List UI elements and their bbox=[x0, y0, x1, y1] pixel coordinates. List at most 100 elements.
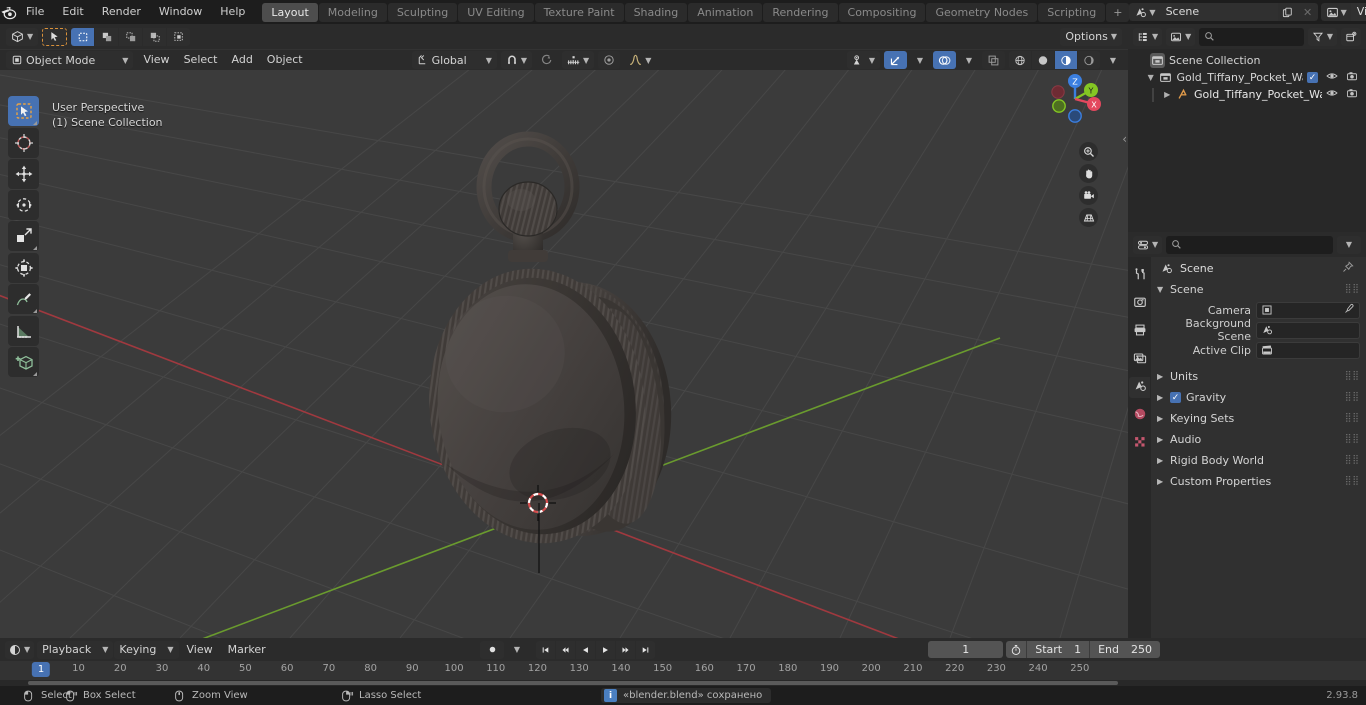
collection-enable-checkbox[interactable]: ✓ bbox=[1307, 72, 1318, 83]
blender-logo-icon[interactable] bbox=[0, 4, 17, 21]
shading-wireframe-icon[interactable] bbox=[1009, 51, 1031, 69]
editor-type-properties-icon[interactable]: ▼ bbox=[1133, 235, 1163, 254]
editor-type-3dview-icon[interactable]: ▼ bbox=[6, 27, 39, 46]
properties-search-input[interactable] bbox=[1166, 235, 1333, 254]
top-menu-render[interactable]: Render bbox=[93, 3, 150, 21]
viewport-menu-object[interactable]: Object bbox=[260, 51, 310, 69]
zoom-icon[interactable] bbox=[1079, 142, 1098, 161]
pin-icon[interactable] bbox=[1342, 260, 1360, 276]
navigation-gizmo[interactable]: Z Y X bbox=[1044, 68, 1106, 130]
select-intersect-icon[interactable] bbox=[167, 27, 191, 46]
scene-name[interactable]: Scene bbox=[1159, 3, 1278, 21]
view-layer-name[interactable]: View Layer bbox=[1350, 3, 1366, 21]
top-menu-help[interactable]: Help bbox=[211, 3, 254, 21]
snap-target-icon[interactable] bbox=[536, 51, 558, 69]
active-clip-field[interactable] bbox=[1256, 341, 1360, 359]
workspace-tab-geometry-nodes[interactable]: Geometry Nodes bbox=[926, 2, 1038, 22]
new-collection-icon[interactable] bbox=[1341, 27, 1361, 46]
pan-hand-icon[interactable] bbox=[1079, 164, 1098, 183]
editor-type-timeline-icon[interactable]: ▼ bbox=[5, 640, 35, 659]
disable-in-renders-icon[interactable] bbox=[1346, 87, 1358, 102]
outliner-row[interactable]: ▼ Gold_Tiffany_Pocket_Watch_(✓ bbox=[1128, 69, 1366, 86]
view-layer-tab[interactable] bbox=[1129, 349, 1150, 370]
3d-viewport[interactable]: User Perspective (1) Scene Collection Z … bbox=[0, 24, 1128, 638]
outliner-search-input[interactable] bbox=[1199, 27, 1304, 46]
move-tool[interactable] bbox=[8, 159, 39, 189]
timeline-menu-keying[interactable]: Keying ▼ bbox=[114, 640, 179, 659]
object-visibility-icon[interactable]: ▼ bbox=[846, 51, 880, 69]
outliner-row[interactable]: Scene Collection bbox=[1128, 52, 1366, 69]
xray-icon[interactable] bbox=[982, 51, 1005, 69]
unlink-scene-button[interactable]: ✕ bbox=[1297, 3, 1318, 21]
cursor-select-icon[interactable] bbox=[42, 27, 68, 46]
gizmo-options-chevron-icon[interactable]: ▼ bbox=[911, 51, 929, 69]
jump-start-icon[interactable] bbox=[536, 640, 555, 659]
workspace-tab-shading[interactable]: Shading bbox=[624, 2, 688, 22]
workspace-tab-sculpting[interactable]: Sculpting bbox=[387, 2, 458, 22]
end-frame-field[interactable]: End 250 bbox=[1090, 641, 1160, 658]
overlays-icon[interactable] bbox=[933, 51, 956, 69]
eyedropper-icon[interactable] bbox=[1344, 303, 1355, 317]
panel-gravity[interactable]: ▶ ✓ Gravity ⣿⣿ bbox=[1151, 387, 1366, 408]
new-scene-button[interactable] bbox=[1277, 3, 1298, 21]
timeline-editor[interactable]: ▼ Playback ▼ Keying ▼ View Marker ▼ 1 St… bbox=[0, 638, 1366, 686]
timeline-menu-playback[interactable]: Playback ▼ bbox=[37, 640, 114, 659]
editor-type-outliner-icon[interactable]: ▼ bbox=[1133, 27, 1163, 46]
timeline-menu-marker[interactable]: Marker bbox=[221, 641, 273, 659]
panel-disclosure-icon[interactable]: ▶ bbox=[1157, 435, 1165, 444]
disable-in-renders-icon[interactable] bbox=[1346, 70, 1358, 85]
orthographic-grid-icon[interactable] bbox=[1079, 208, 1098, 227]
timeline-playhead[interactable]: 1 bbox=[31, 662, 51, 677]
panel-units[interactable]: ▶ Units ⣿⣿ bbox=[1151, 366, 1366, 387]
next-keyframe-icon[interactable] bbox=[616, 640, 635, 659]
select-extend-icon[interactable] bbox=[95, 27, 119, 46]
tweak-select-tool[interactable] bbox=[8, 96, 39, 126]
filter-funnel-icon[interactable]: ▼ bbox=[1307, 27, 1337, 46]
workspace-tab-compositing[interactable]: Compositing bbox=[838, 2, 926, 22]
object-mode-selector[interactable]: Object Mode ▼ bbox=[6, 51, 134, 69]
transform-tool[interactable] bbox=[8, 253, 39, 283]
snap-magnet-icon[interactable]: ▼ bbox=[500, 51, 533, 69]
start-frame-field[interactable]: Start 1 bbox=[1027, 641, 1090, 658]
shading-material-icon[interactable] bbox=[1055, 51, 1077, 69]
timeline-menu-view[interactable]: View bbox=[180, 641, 220, 659]
play-icon[interactable] bbox=[596, 640, 615, 659]
scene-icon[interactable]: ▼ bbox=[1129, 3, 1160, 21]
viewport-menu-view[interactable]: View bbox=[136, 51, 176, 69]
panel-rigid-body-world[interactable]: ▶ Rigid Body World ⣿⣿ bbox=[1151, 450, 1366, 471]
workspace-tab-scripting[interactable]: Scripting bbox=[1038, 2, 1106, 22]
tool-tab[interactable] bbox=[1129, 265, 1150, 286]
sidebar-toggle-icon[interactable]: ‹ bbox=[1122, 132, 1127, 146]
options-button[interactable]: Options ▼ bbox=[1060, 27, 1122, 46]
outliner-row[interactable]: ▶ Gold_Tiffany_Pocket_Wa bbox=[1128, 86, 1366, 103]
shading-solid-icon[interactable] bbox=[1032, 51, 1054, 69]
keying-chevron-icon[interactable]: ▼ bbox=[507, 641, 527, 659]
panel-disclosure-icon[interactable]: ▶ bbox=[1157, 456, 1165, 465]
panel-disclosure-icon[interactable]: ▶ bbox=[1157, 372, 1165, 381]
panel-enable-checkbox[interactable]: ✓ bbox=[1170, 392, 1181, 403]
status-report[interactable]: i «blender.blend» сохранено bbox=[601, 688, 772, 703]
scale-tool[interactable] bbox=[8, 221, 39, 251]
workspace-tab-layout[interactable]: Layout bbox=[262, 2, 318, 22]
use-preview-range-button[interactable] bbox=[1006, 641, 1027, 658]
hide-in-viewport-icon[interactable] bbox=[1326, 87, 1338, 102]
viewport-menu-add[interactable]: Add bbox=[225, 51, 260, 69]
workspace-tab-animation[interactable]: Animation bbox=[688, 2, 763, 22]
panel-disclosure-icon[interactable]: ▶ bbox=[1157, 393, 1165, 402]
world-tab[interactable] bbox=[1129, 405, 1150, 426]
shading-rendered-icon[interactable] bbox=[1078, 51, 1100, 69]
add-cube-tool[interactable] bbox=[8, 347, 39, 377]
outliner-editor[interactable]: ▼ ▼ ▼ Scene Collection ▼ Gold_Tiffany_Pock… bbox=[1128, 24, 1366, 232]
workspace-tab-modeling[interactable]: Modeling bbox=[318, 2, 387, 22]
workspace-tab-texture-paint[interactable]: Texture Paint bbox=[534, 2, 624, 22]
annotate-tool[interactable] bbox=[8, 284, 39, 314]
chevron-down-icon[interactable]: ▼ bbox=[1337, 235, 1361, 254]
camera-icon[interactable] bbox=[1079, 186, 1098, 205]
top-menu-edit[interactable]: Edit bbox=[53, 3, 92, 21]
hide-in-viewport-icon[interactable] bbox=[1326, 70, 1338, 85]
overlay-options-chevron-icon[interactable]: ▼ bbox=[960, 51, 978, 69]
jump-end-icon[interactable] bbox=[636, 640, 655, 659]
scene-selector[interactable]: ▼ Scene ✕ bbox=[1129, 3, 1318, 21]
panel-custom-properties[interactable]: ▶ Custom Properties ⣿⣿ bbox=[1151, 471, 1366, 492]
workspace-tab-rendering[interactable]: Rendering bbox=[763, 2, 838, 22]
